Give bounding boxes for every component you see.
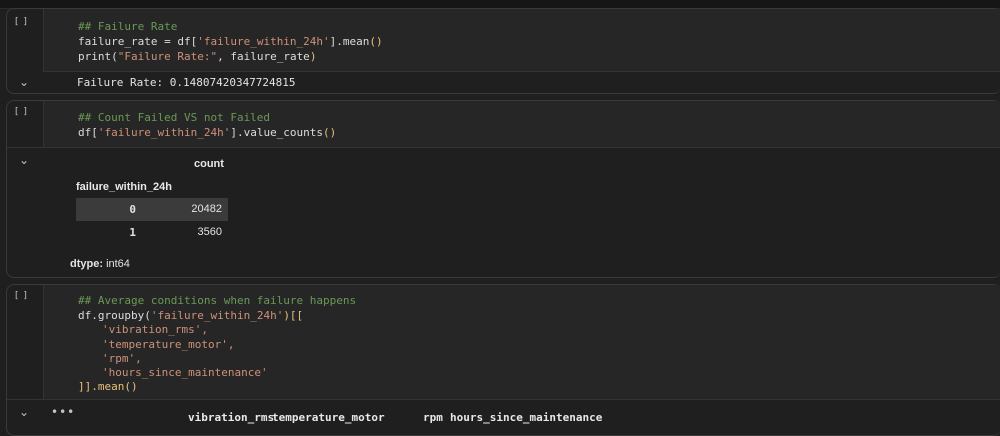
row-value: 3560 xyxy=(197,226,222,238)
code-line: df.groupby('failure_within_24h')[[ xyxy=(78,309,304,322)
code-cell-value-counts[interactable]: [ ] ## Count Failed VS not Failed df['fa… xyxy=(6,100,1000,278)
code-line: ## Failure Rate xyxy=(78,20,178,33)
stdout-text: Failure Rate: 0.14807420347724815 xyxy=(77,76,296,89)
code-line: print("Failure Rate:", failure_rate) xyxy=(78,50,317,63)
collapse-output-chevron-icon[interactable]: ⌄ xyxy=(17,75,31,89)
row-value: 20482 xyxy=(191,203,222,215)
row-index: 0 xyxy=(129,203,136,216)
code-editor[interactable]: ## Average conditions when failure happe… xyxy=(43,285,1000,399)
column-header-vibration-rms: vibration_rms xyxy=(188,411,275,424)
code-editor[interactable]: ## Failure Rate failure_rate = df['failu… xyxy=(43,9,1000,71)
column-header-temperature-motor: temperature_motor xyxy=(272,411,385,424)
row-index: 1 xyxy=(129,226,136,239)
cell-output: Failure Rate: 0.14807420347724815 xyxy=(43,71,1000,94)
code-line: failure_rate = df['failure_within_24h'].… xyxy=(78,35,383,48)
code-line: df['failure_within_24h'].value_counts() xyxy=(78,126,337,139)
table-row: 1 3560 xyxy=(76,221,228,244)
code-line: ]].mean() xyxy=(78,380,138,393)
cell-output: vibration_rms temperature_motor rpm hour… xyxy=(7,399,1000,436)
column-header-hours-since-maintenance: hours_since_maintenance xyxy=(450,411,603,424)
index-name-header: failure_within_24h xyxy=(76,181,172,193)
code-line: 'temperature_motor', xyxy=(102,338,235,351)
column-header-rpm: rpm xyxy=(423,411,443,424)
code-line: 'vibration_rms', xyxy=(102,323,208,336)
execution-count: [ ] xyxy=(15,17,28,27)
code-cell-groupby[interactable]: [ ] ## Average conditions when failure h… xyxy=(6,284,1000,436)
execution-count: [ ] xyxy=(15,291,28,301)
dtype-label: dtype: xyxy=(70,258,103,270)
code-line: ## Count Failed VS not Failed xyxy=(78,111,271,124)
code-cell-failure-rate[interactable]: [ ] ## Failure Rate failure_rate = df['f… xyxy=(6,8,1000,94)
code-editor[interactable]: ## Count Failed VS not Failed df['failur… xyxy=(43,101,1000,147)
dtype-value: int64 xyxy=(106,258,130,270)
code-line: 'hours_since_maintenance' xyxy=(102,366,268,379)
code-line: ## Average conditions when failure happe… xyxy=(78,294,357,307)
column-header-count: count xyxy=(194,158,224,170)
execution-count: [ ] xyxy=(15,107,28,117)
cell-output: count failure_within_24h 0 20482 1 3560 … xyxy=(7,147,1000,278)
code-line: 'rpm', xyxy=(102,352,142,365)
table-row: 0 20482 xyxy=(76,198,228,221)
dtype-info: dtype: int64 xyxy=(70,258,130,270)
